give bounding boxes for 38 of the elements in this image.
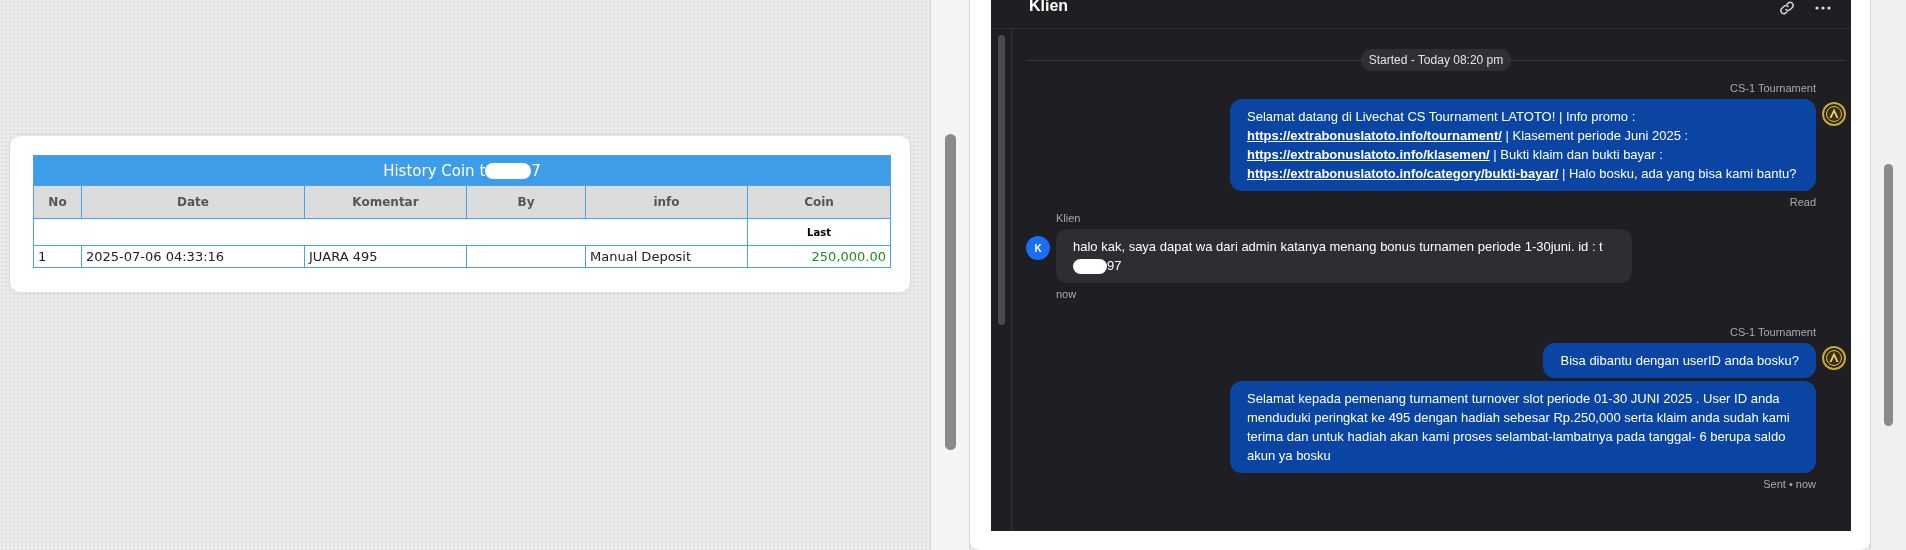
emblem-icon	[1822, 102, 1846, 126]
message-link[interactable]: https://extrabonuslatoto.info/tournament/	[1247, 128, 1502, 143]
message-bubble: Selamat datang di Livechat CS Tournament LATOTO! | Info promo : https://extrabonuslatoto.info/tournament/ | Klasement periode Juni 2025 : https://extrabonuslatoto.info/klasemen/ | Bukti klaim dan bukti bayar : https://extrabonuslatoto.info/category/bukti-bayar/ | Halo bosku, ada yang bisa kami bantu?	[1230, 99, 1816, 191]
more-icon[interactable]	[1815, 6, 1831, 10]
table-cell: Manual Deposit	[585, 245, 748, 268]
column-header: By	[466, 185, 586, 219]
table-cell: JUARA 495	[304, 245, 467, 268]
redaction-mark	[1073, 259, 1107, 275]
message-status: Read	[1789, 196, 1816, 208]
redaction-mark	[485, 163, 532, 179]
scrollbar-thumb[interactable]	[1884, 164, 1893, 426]
scrollbar-thumb[interactable]	[997, 35, 1005, 325]
table-cell: 250,000.00	[747, 245, 891, 268]
message-bubble: Selamat kepada pemenang turnament turnover slot periode 01-30 JUNI 2025 . User ID anda menduduki peringkat ke 495 dengan hadiah sebesar Rp.250,000 serta klaim anda sudah kami terima dan untuk hadiah akan kami proses selambat-lambatnya pada tanggal- 6 berupa saldo akun ya bosku	[1230, 381, 1816, 473]
sender-name: Klien	[1056, 212, 1081, 224]
column-header: No	[33, 185, 82, 219]
table-title: History Coin t 7	[33, 155, 891, 186]
session-start-label: Started - Today 08:20 pm	[1360, 49, 1512, 71]
message-bubble: halo kak, saya dapat wa dari admin katanya menang bonus turnamen periode 1-30juni. id : t 97	[1056, 229, 1632, 283]
message-link[interactable]: https://extrabonuslatoto.info/category/bukti-bayar/	[1247, 166, 1559, 181]
message-bubble: Bisa dibantu dengan userID anda bosku?	[1543, 343, 1816, 378]
column-header: Date	[81, 185, 305, 219]
scrollbar-thumb[interactable]	[944, 134, 956, 450]
message-link[interactable]: https://extrabonuslatoto.info/klasemen/	[1247, 147, 1490, 162]
column-header: Komentar	[304, 185, 467, 219]
table-cell: 2025-07-06 04:33:16	[81, 245, 305, 268]
table-cell: 1	[33, 245, 82, 268]
table-cell: Last	[747, 218, 891, 246]
column-header: Coin	[747, 185, 891, 219]
link-icon[interactable]	[1779, 0, 1795, 16]
sender-name: CS-1 Tournament	[1730, 326, 1816, 338]
emblem-icon	[1822, 346, 1846, 370]
chat-title: Klien	[1029, 0, 1069, 15]
message-status: Sent • now	[1763, 478, 1816, 490]
message-time: now	[1056, 288, 1077, 300]
user-avatar: K	[1026, 236, 1050, 260]
column-header: info	[585, 185, 748, 219]
sender-name: CS-1 Tournament	[1730, 82, 1816, 94]
